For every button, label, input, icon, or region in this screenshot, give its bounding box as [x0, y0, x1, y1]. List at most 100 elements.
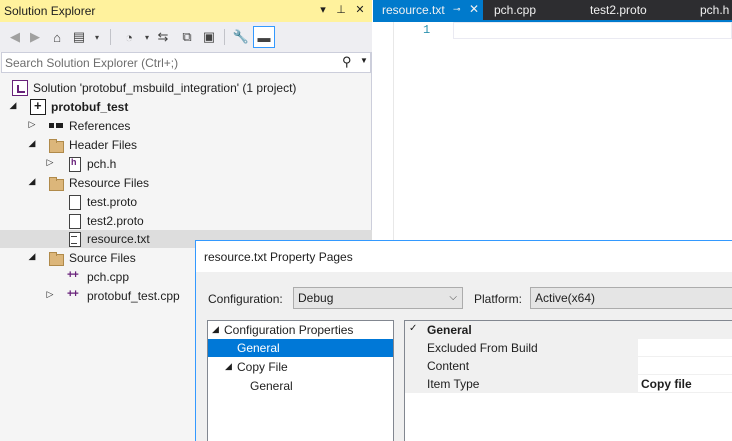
panel-title: Solution Explorer: [4, 4, 96, 18]
expand-arrow-icon[interactable]: ▷: [45, 289, 55, 300]
document-tab-bar: resource.txt ⊸ ✕ pch.cpp test2.proto pch…: [373, 0, 732, 20]
properties-wrench-icon[interactable]: 🔧: [232, 28, 250, 46]
chevron-down-icon[interactable]: ✓: [409, 323, 417, 334]
configuration-value: Debug: [298, 291, 334, 305]
property-row-excluded-from-build[interactable]: Excluded From Build: [405, 339, 732, 357]
config-node-copy-file[interactable]: ◢ Copy File: [208, 358, 393, 376]
solution-icon: [12, 80, 28, 96]
tab-label: pch.cpp: [494, 3, 537, 17]
tree-node-resource-files[interactable]: ◢ Resource Files: [0, 174, 372, 192]
property-value-cell[interactable]: [638, 357, 732, 375]
collapse-arrow-icon[interactable]: ◢: [27, 138, 37, 149]
tree-node-label: Header Files: [69, 138, 138, 152]
configuration-label: Configuration:: [208, 292, 283, 306]
configuration-select[interactable]: Debug ⌵: [293, 287, 463, 309]
tree-node-project[interactable]: ◢ protobuf_test: [0, 98, 372, 116]
property-value: Copy file: [641, 377, 692, 391]
tree-node-references[interactable]: ▷ References: [0, 117, 372, 135]
cpp-file-icon: [66, 269, 82, 285]
tree-node-label: resource.txt: [87, 232, 150, 246]
property-value-cell[interactable]: [638, 339, 732, 357]
switch-views-dropdown-icon[interactable]: ▾: [88, 28, 106, 46]
property-name-cell: Item Type: [419, 375, 638, 393]
property-name-cell: Excluded From Build: [419, 339, 638, 357]
folder-icon: [48, 250, 64, 266]
tree-node-test-proto[interactable]: test.proto: [0, 193, 372, 211]
collapse-arrow-icon[interactable]: ◢: [225, 361, 232, 372]
close-tab-icon[interactable]: ✕: [469, 2, 479, 16]
search-input[interactable]: [5, 55, 335, 70]
expand-arrow-icon[interactable]: ▷: [45, 157, 55, 168]
property-grid: ✓ General Excluded From Build Content It…: [404, 320, 732, 441]
tab-resource-txt[interactable]: resource.txt ⊸ ✕: [373, 0, 483, 20]
tab-label: pch.h: [700, 3, 730, 17]
collapse-arrow-icon[interactable]: ◢: [212, 324, 219, 335]
dialog-title: resource.txt Property Pages: [204, 250, 353, 264]
tree-node-label: test.proto: [87, 195, 138, 209]
config-node-copy-file-general[interactable]: General: [208, 377, 393, 395]
collapse-arrow-icon[interactable]: ◢: [27, 176, 37, 187]
property-name: Content: [427, 359, 470, 373]
switch-views-icon[interactable]: ▤: [70, 28, 88, 46]
search-options-dropdown-icon[interactable]: ▼: [360, 56, 368, 65]
folder-icon: [48, 137, 64, 153]
tree-node-label: Resource Files: [69, 176, 150, 190]
config-node-general[interactable]: General: [208, 339, 393, 357]
tree-node-label: References: [69, 119, 131, 133]
show-all-files-icon[interactable]: ▣: [200, 28, 218, 46]
tree-node-header-files[interactable]: ◢ Header Files: [0, 136, 372, 154]
platform-select[interactable]: Active(x64): [530, 287, 732, 309]
tab-label: resource.txt: [382, 3, 445, 17]
collapse-arrow-icon[interactable]: ◢: [8, 100, 18, 111]
folder-icon: [48, 175, 64, 191]
tab-pch-h[interactable]: pch.h: [683, 0, 732, 20]
line-number: 1: [423, 23, 431, 37]
tab-pch-cpp[interactable]: pch.cpp: [483, 0, 573, 20]
platform-value: Active(x64): [535, 291, 596, 305]
toolbar-separator: [224, 29, 225, 45]
tree-node-label: Solution 'protobuf_msbuild_integration' …: [33, 81, 297, 95]
tree-node-label: protobuf_test: [51, 100, 129, 114]
expand-arrow-icon[interactable]: ▷: [27, 119, 37, 130]
tree-node-test2-proto[interactable]: test2.proto: [0, 212, 372, 230]
back-icon[interactable]: ◀: [6, 28, 24, 46]
row-margin: [405, 339, 419, 357]
pending-changes-filter-icon[interactable]: ◔: [120, 28, 138, 46]
tab-test2-proto[interactable]: test2.proto: [573, 0, 683, 20]
config-node-label: Copy File: [237, 360, 288, 374]
tree-node-label: Source Files: [69, 251, 136, 265]
current-line-highlight[interactable]: [453, 22, 732, 39]
dialog-title-bar: resource.txt Property Pages: [196, 241, 732, 272]
tree-node-pch-h[interactable]: ▷ pch.h: [0, 155, 372, 173]
tree-node-label: protobuf_test.cpp: [87, 289, 180, 303]
cpp-file-icon: [66, 288, 82, 304]
search-icon[interactable]: ⚲: [342, 54, 352, 70]
property-value-cell[interactable]: Copy file: [638, 375, 732, 393]
property-pages-dialog: resource.txt Property Pages Configuratio…: [195, 240, 732, 441]
config-node-configuration-properties[interactable]: ◢ Configuration Properties: [208, 321, 393, 339]
config-node-label: Configuration Properties: [224, 323, 354, 337]
text-file-icon: [66, 231, 82, 247]
auto-hide-pin-icon[interactable]: ⊥: [334, 3, 348, 16]
pin-tab-icon[interactable]: ⊸: [453, 4, 461, 15]
project-icon: [30, 98, 46, 115]
configuration-tree: ◢ Configuration Properties General ◢ Cop…: [207, 320, 394, 441]
window-position-dropdown-icon[interactable]: ▾: [316, 3, 330, 16]
close-panel-icon[interactable]: ✕: [353, 3, 367, 16]
property-category-general[interactable]: ✓ General: [405, 321, 732, 339]
property-row-item-type[interactable]: Item Type Copy file: [405, 375, 732, 393]
sync-with-active-document-icon[interactable]: ⇆: [154, 28, 172, 46]
collapse-arrow-icon[interactable]: ◢: [27, 251, 37, 262]
row-margin: [405, 375, 419, 393]
tree-node-solution[interactable]: Solution 'protobuf_msbuild_integration' …: [0, 79, 372, 97]
file-icon: [66, 213, 82, 229]
preview-selected-items-icon[interactable]: ▬: [253, 26, 275, 48]
row-margin: [405, 357, 419, 375]
home-icon[interactable]: ⌂: [48, 28, 66, 46]
property-row-content[interactable]: Content: [405, 357, 732, 375]
forward-icon[interactable]: ▶: [26, 28, 44, 46]
collapse-all-icon[interactable]: ⧉: [178, 28, 196, 46]
search-box: ⚲ ▼: [1, 52, 371, 73]
category-label: General: [427, 323, 472, 337]
tree-node-label: pch.cpp: [87, 270, 130, 284]
